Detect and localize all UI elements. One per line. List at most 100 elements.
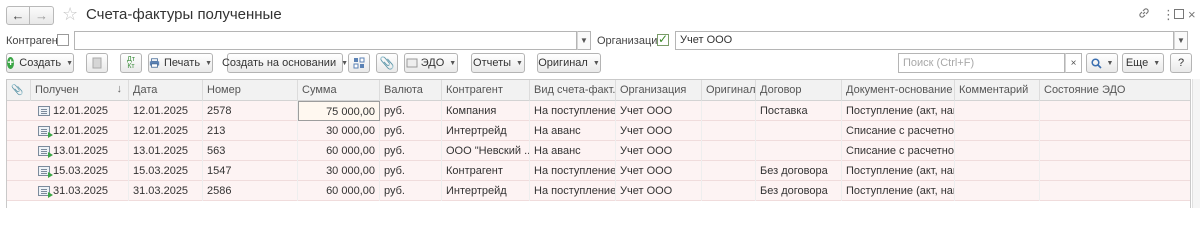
search-input[interactable]: Поиск (Ctrl+F) (898, 53, 1065, 73)
attachment-column-header[interactable]: 📎 (7, 80, 31, 101)
search-icon (1090, 57, 1102, 69)
cell-counterparty: Интертрейд (442, 121, 530, 141)
cell-sum: 75 000,00 (298, 101, 380, 121)
column-header-organization[interactable]: Организация (616, 80, 702, 101)
help-button[interactable]: ? (1170, 53, 1192, 73)
post-documents-button[interactable] (86, 53, 108, 73)
cell-contract (756, 141, 842, 161)
caret-down-icon: ▼ (580, 36, 588, 45)
structure-button[interactable] (348, 53, 370, 73)
column-header-currency[interactable]: Валюта (380, 80, 442, 101)
cell-base-doc: Поступление (акт, нак... (842, 181, 955, 201)
cell-number: 563 (203, 141, 298, 161)
column-header-base-document[interactable]: Документ-основание (842, 80, 955, 101)
forward-button[interactable]: → (30, 6, 54, 25)
column-header-original[interactable]: Оригинал (702, 80, 756, 101)
column-header-counterparty[interactable]: Контрагент (442, 80, 530, 101)
attach-file-button[interactable]: 📎 (376, 53, 398, 73)
cell-received: 31.03.2025 (47, 181, 129, 201)
paperclip-icon: 📎 (379, 56, 395, 70)
column-header-comment[interactable]: Комментарий (955, 80, 1040, 101)
counterparty-dropdown-button[interactable]: ▼ (577, 31, 591, 50)
table-row[interactable]: 13.01.2025 13.01.2025 563 60 000,00 руб. ООО … (7, 141, 1190, 161)
column-header-invoice-kind[interactable]: Вид счета-факт... (530, 80, 616, 101)
more-button-label: Еще (1125, 57, 1149, 69)
caret-down-icon: ▼ (1177, 36, 1185, 45)
cell-sum: 60 000,00 (298, 181, 380, 201)
column-header-date[interactable]: Дата (129, 80, 203, 101)
title-bar: ← → ☆ Счета-фактуры полученные ⋮ × (0, 0, 1200, 30)
original-button[interactable]: Оригинал ▼ (537, 53, 601, 73)
arrow-right-icon: → (35, 8, 48, 23)
cell-date: 13.01.2025 (129, 141, 203, 161)
caret-down-icon: ▼ (205, 59, 212, 67)
cell-currency: руб. (380, 181, 442, 201)
organization-field[interactable]: Учет ООО (675, 31, 1174, 50)
counterparty-filter-checkbox[interactable] (57, 34, 69, 46)
column-header-sum[interactable]: Сумма (298, 80, 380, 101)
cell-edo (1040, 101, 1190, 121)
column-label: Получен (35, 84, 79, 96)
structure-icon (353, 57, 365, 69)
cell-comment (955, 161, 1040, 181)
cell-edo (1040, 181, 1190, 201)
table-row[interactable]: 12.01.2025 12.01.2025 2578 75 000,00 руб. Ком… (7, 101, 1190, 121)
cell-kind: На поступление (530, 101, 616, 121)
cell-sum: 60 000,00 (298, 141, 380, 161)
paperclip-icon: 📎 (11, 85, 24, 96)
original-button-label: Оригинал (538, 57, 588, 69)
cell-number: 2578 (203, 101, 298, 121)
create-button-label: Создать (19, 57, 62, 69)
favorite-star-icon[interactable]: ☆ (62, 4, 78, 24)
cell-kind: На аванс (530, 121, 616, 141)
column-header-received[interactable]: Получен ↓ (31, 80, 129, 101)
table-row[interactable]: 31.03.2025 31.03.2025 2586 60 000,00 руб. Инт… (7, 181, 1190, 201)
table-row[interactable]: 12.01.2025 12.01.2025 213 30 000,00 руб. Инте… (7, 121, 1190, 141)
cell-original (702, 161, 756, 181)
cell-date: 12.01.2025 (129, 121, 203, 141)
cell-org: Учет ООО (616, 121, 702, 141)
table-header: 📎 Получен ↓ Дата Номер Сумма Валюта Конт… (7, 80, 1190, 101)
column-header-number[interactable]: Номер (203, 80, 298, 101)
search-options-button[interactable]: ▼ (1086, 53, 1118, 73)
sort-descending-icon: ↓ (116, 83, 123, 95)
vertical-scrollbar[interactable] (1192, 79, 1200, 208)
maximize-icon[interactable] (1174, 7, 1184, 22)
cell-date: 15.03.2025 (129, 161, 203, 181)
cell-date: 31.03.2025 (129, 181, 203, 201)
print-button[interactable]: Печать ▼ (148, 53, 213, 73)
cell-number: 213 (203, 121, 298, 141)
cell-contract: Без договора (756, 181, 842, 201)
dt-kt-button[interactable]: Дт Кт (120, 53, 142, 73)
reports-button[interactable]: Отчеты ▼ (471, 53, 525, 73)
cell-org: Учет ООО (616, 141, 702, 161)
edo-button[interactable]: ЭДО ▼ (404, 53, 458, 73)
cell-currency: руб. (380, 101, 442, 121)
cell-original (702, 101, 756, 121)
cell-contract (756, 121, 842, 141)
create-button[interactable]: + Создать ▼ (6, 53, 74, 73)
more-button[interactable]: Еще ▼ (1122, 53, 1164, 73)
cell-counterparty: ООО "Невский ... (442, 141, 530, 161)
create-based-on-button[interactable]: Создать на основании ▼ (222, 53, 348, 73)
cell-original (702, 121, 756, 141)
arrow-left-icon: ← (11, 8, 25, 23)
filter-row: Контрагент: ▼ Организация: Учет ООО ▼ (0, 30, 1200, 52)
organization-dropdown-button[interactable]: ▼ (1174, 31, 1188, 50)
back-button[interactable]: ← (6, 6, 30, 25)
column-header-edo-status[interactable]: Состояние ЭДО (1040, 80, 1190, 101)
page-title: Счета-фактуры полученные (86, 6, 282, 23)
cell-edo (1040, 161, 1190, 181)
close-icon[interactable]: × (1188, 7, 1196, 22)
caret-down-icon: ▼ (66, 59, 73, 67)
cell-contract: Поставка (756, 101, 842, 121)
cell-base-doc: Поступление (акт, нак... (842, 161, 955, 181)
search-clear-button[interactable]: × (1065, 53, 1082, 73)
column-header-contract[interactable]: Договор (756, 80, 842, 101)
table-row[interactable]: 15.03.2025 15.03.2025 1547 30 000,00 руб. Кон… (7, 161, 1190, 181)
counterparty-field[interactable] (74, 31, 577, 50)
cell-received: 13.01.2025 (47, 141, 129, 161)
link-icon[interactable] (1138, 7, 1150, 22)
print-button-label: Печать (164, 57, 201, 69)
organization-filter-checkbox[interactable] (657, 32, 669, 46)
